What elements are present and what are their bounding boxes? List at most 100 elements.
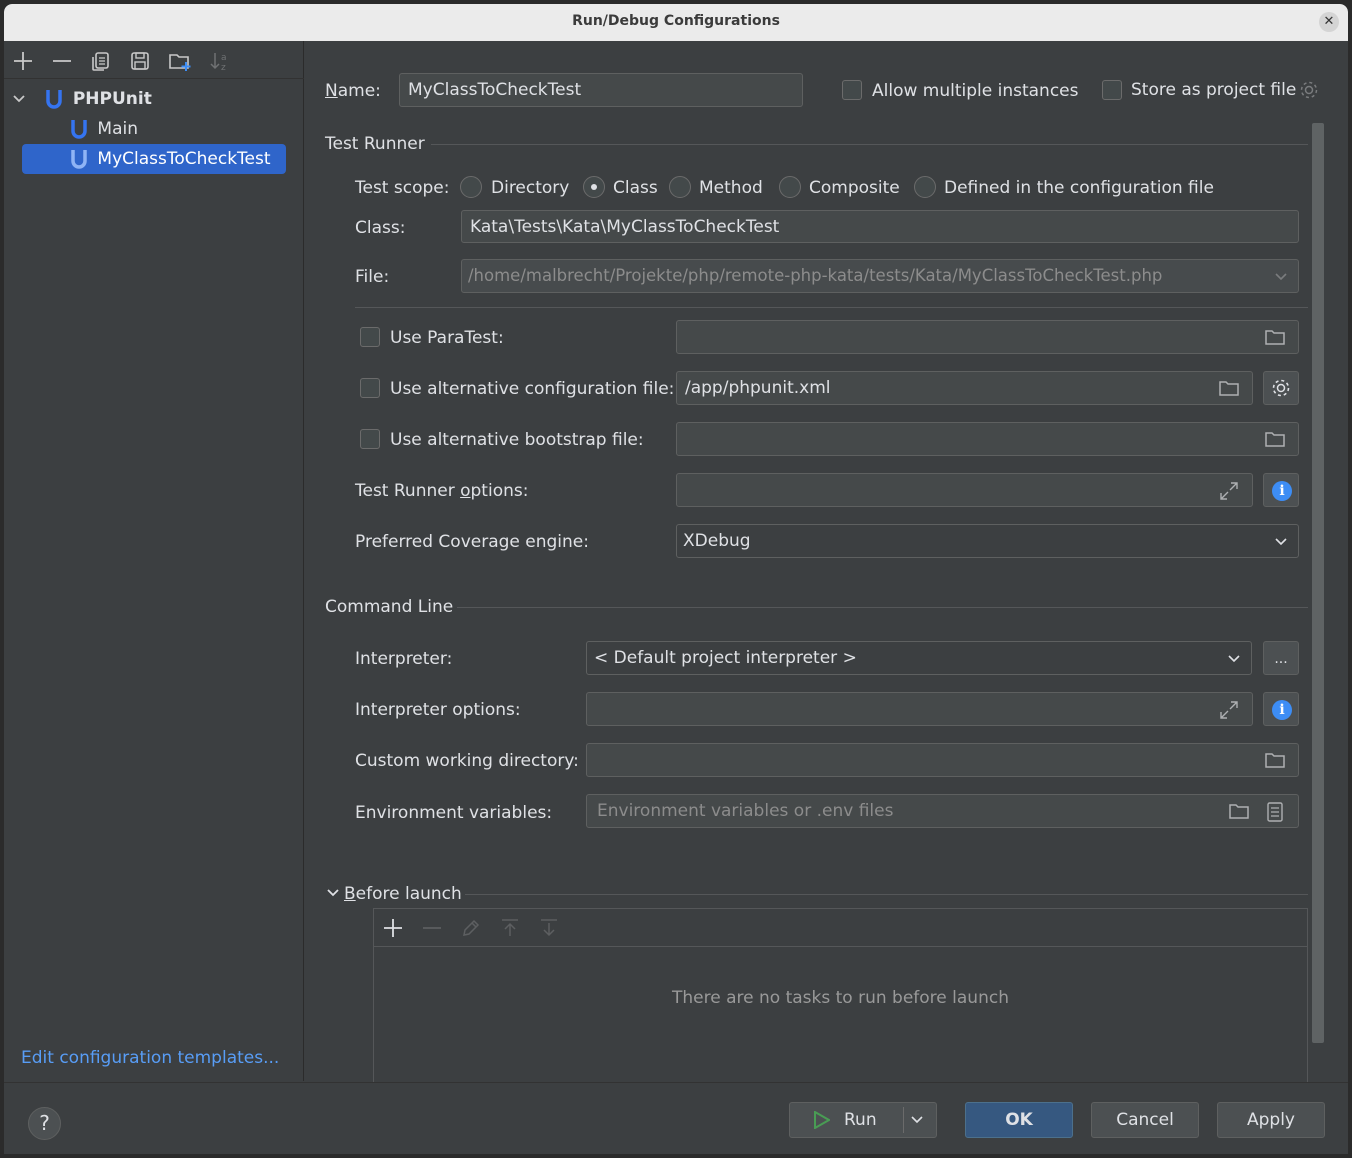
tree-node-myclasstochecktest[interactable]: MyClassToCheckTest [70,144,271,174]
run-label: Run [844,1110,877,1130]
dialog-window: Run/Debug Configurations ✕ az PHPUnit Ma… [4,4,1348,1154]
alt-bootstrap-checkbox[interactable] [360,429,380,449]
folder-icon[interactable] [1218,378,1240,398]
command-line-section-title: Command Line [325,597,454,617]
environment-variables-label: Environment variables: [355,803,553,823]
interpreter-options-info-button[interactable]: i [1263,692,1299,726]
section-divider [431,144,1308,145]
folder-icon[interactable] [1264,327,1286,347]
new-folder-icon[interactable] [168,50,191,72]
help-button[interactable]: ? [28,1107,61,1140]
scope-directory-label: Directory [491,178,570,198]
configuration-editor: Name: MyClassToCheckTest Allow multiple … [305,41,1348,1085]
remove-icon[interactable] [421,917,443,939]
scope-method-radio[interactable] [669,176,691,198]
close-button[interactable]: ✕ [1319,12,1339,32]
options-info-button[interactable]: i [1263,473,1299,507]
remove-icon[interactable] [51,50,73,72]
chevron-down-icon [1274,536,1288,548]
folder-icon[interactable] [1264,750,1286,770]
folder-icon[interactable] [1264,429,1286,449]
tree-label: PHPUnit [72,89,152,109]
scrollbar[interactable] [1312,123,1324,1043]
copy-icon[interactable] [90,50,112,72]
phpunit-icon [70,118,88,140]
tree-label: MyClassToCheckTest [97,149,271,169]
environment-variables-input[interactable]: Environment variables or .env files [586,794,1299,828]
before-launch-title[interactable]: Before launch [344,884,462,904]
phpunit-icon [70,148,88,170]
scope-config-file-label: Defined in the configuration file [944,178,1214,198]
class-label: Class: [355,218,406,238]
config-settings-button[interactable] [1263,371,1299,405]
add-icon[interactable] [12,50,34,72]
edit-icon[interactable] [460,917,482,939]
info-icon: i [1272,481,1292,501]
move-down-icon[interactable] [538,917,560,939]
scope-class-radio[interactable] [583,176,605,198]
allow-multiple-label: Allow multiple instances [872,81,1079,101]
paratest-path-input[interactable] [676,320,1299,354]
interpreter-label: Interpreter: [355,649,453,669]
title-bar: Run/Debug Configurations ✕ [4,4,1348,41]
chevron-down-icon [1274,271,1288,283]
alt-config-checkbox[interactable] [360,378,380,398]
sort-icon[interactable]: az [208,50,230,72]
file-label: File: [355,267,390,287]
chevron-down-icon[interactable] [910,1114,924,1126]
before-launch-panel: There are no tasks to run before launch [373,908,1308,1085]
scope-composite-label: Composite [809,178,900,198]
sidebar-toolbar: az [4,41,304,79]
alt-bootstrap-input[interactable] [676,422,1299,456]
info-icon: i [1272,700,1292,720]
folder-icon[interactable] [1228,801,1250,821]
scope-directory-radio[interactable] [460,176,482,198]
scope-config-file-radio[interactable] [914,176,936,198]
interpreter-select[interactable]: < Default project interpreter > [586,641,1252,675]
working-directory-input[interactable] [586,743,1299,777]
divider [355,307,1308,308]
chevron-down-icon[interactable] [12,92,26,106]
add-icon[interactable] [382,917,404,939]
scope-class-label: Class [613,178,658,198]
run-button[interactable]: Run [789,1102,937,1138]
file-combobox[interactable]: /home/malbrecht/Projekte/php/remote-php-… [461,259,1299,293]
edit-templates-link[interactable]: Edit configuration templates... [21,1048,279,1068]
alt-config-label: Use alternative configuration file: [390,379,675,399]
coverage-engine-select[interactable]: XDebug [676,524,1299,558]
scope-method-label: Method [699,178,763,198]
move-up-icon[interactable] [499,917,521,939]
paratest-checkbox[interactable] [360,327,380,347]
chevron-down-icon[interactable] [326,887,340,899]
test-runner-options-input[interactable] [676,473,1253,507]
section-divider [465,894,1308,895]
dialog-footer: ? Run OK Cancel Apply [4,1082,1348,1154]
gear-icon[interactable] [1298,79,1320,101]
tree-node-main[interactable]: Main [70,114,138,144]
expand-icon[interactable] [1218,480,1240,502]
class-input[interactable]: Kata\Tests\Kata\MyClassToCheckTest [461,210,1299,243]
section-divider [457,607,1308,608]
save-icon[interactable] [129,50,151,72]
apply-button[interactable]: Apply [1217,1102,1325,1138]
ok-button[interactable]: OK [965,1102,1073,1138]
tree-label: Main [97,119,138,139]
interpreter-options-input[interactable] [586,692,1253,726]
svg-text:z: z [221,63,226,72]
expand-icon[interactable] [1218,699,1240,721]
name-input[interactable]: MyClassToCheckTest [399,73,803,107]
interpreter-options-label: Interpreter options: [355,700,521,720]
phpunit-icon [45,88,63,110]
chevron-down-icon [1227,653,1241,665]
store-project-checkbox[interactable] [1102,80,1122,100]
store-project-label: Store as project file [1131,80,1297,100]
name-label: Name: [325,81,381,101]
interpreter-more-button[interactable]: ... [1263,641,1299,675]
alt-config-input[interactable]: /app/phpunit.xml [676,371,1253,405]
allow-multiple-checkbox[interactable] [842,80,862,100]
document-icon[interactable] [1266,801,1284,823]
coverage-engine-label: Preferred Coverage engine: [355,532,589,552]
scope-composite-radio[interactable] [779,176,801,198]
tree-node-phpunit[interactable]: PHPUnit [12,84,152,114]
cancel-button[interactable]: Cancel [1091,1102,1199,1138]
